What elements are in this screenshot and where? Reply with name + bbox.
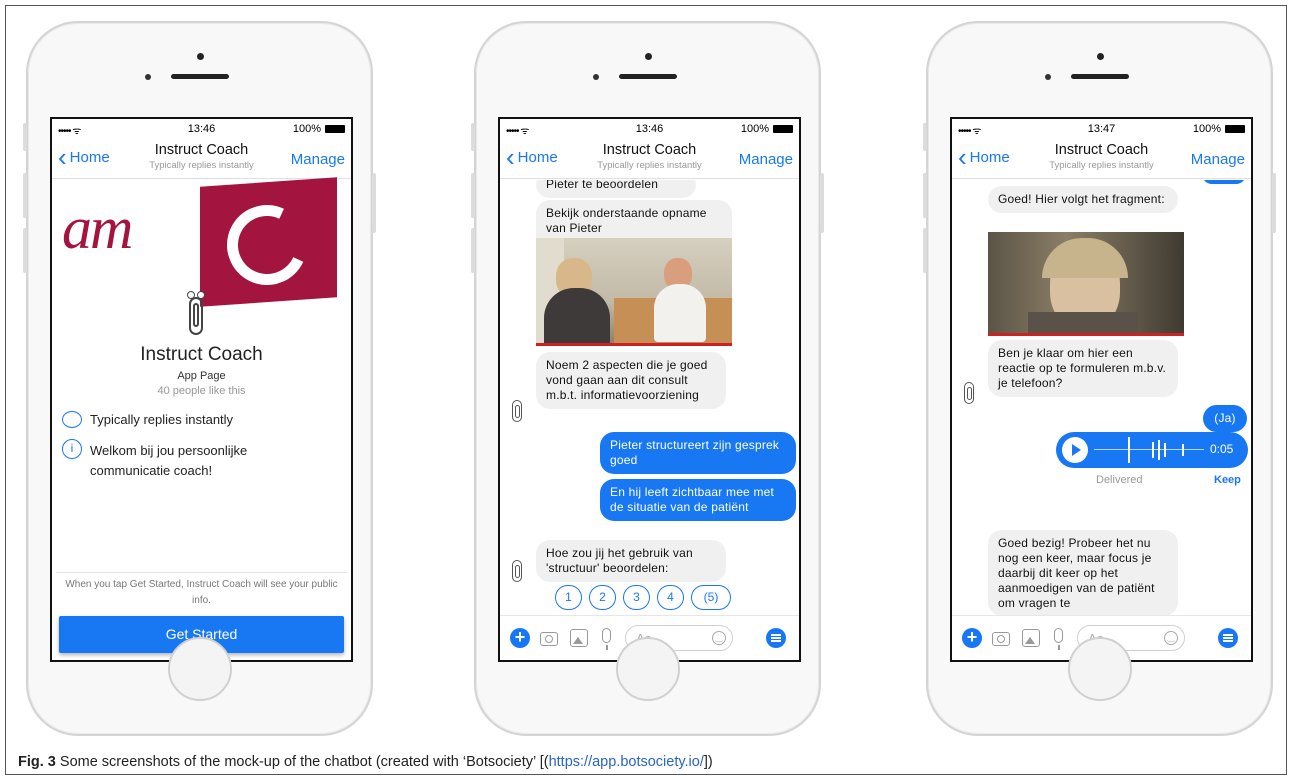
message-bubble: Goed bezig! Probeer het nu nog een keer,…	[988, 530, 1178, 615]
audio-message[interactable]: 0:05	[1056, 432, 1248, 468]
battery-icon	[325, 125, 345, 133]
front-camera	[196, 53, 204, 60]
message-bubble: Goed! Hier volgt het fragment:	[988, 186, 1178, 213]
paperclip-mascot-icon	[185, 289, 207, 337]
video-thumbnail[interactable]	[536, 238, 732, 346]
message-bubble	[1202, 180, 1246, 184]
play-icon[interactable]	[1062, 437, 1088, 463]
amc-logo-text: am	[62, 195, 133, 261]
phone-1: ••••• ᯤ 13:46 100% ‹ Home Instruct Coach …	[23, 21, 376, 736]
botsociety-link[interactable]: https://app.botsociety.io/	[549, 754, 704, 770]
waveform-icon	[1094, 449, 1204, 450]
front-camera	[644, 53, 652, 60]
profile-name: Instruct Coach	[140, 344, 263, 365]
chat-bubble-icon	[62, 411, 82, 428]
figure-label: Fig. 3	[18, 754, 56, 770]
message-bubble: Pieter te beoordelen	[536, 180, 696, 198]
figure-panel: ••••• ᯤ 13:46 100% ‹ Home Instruct Coach …	[5, 5, 1287, 775]
quick-reply-4[interactable]: 4	[657, 585, 684, 610]
audio-duration: 0:05	[1210, 442, 1234, 456]
battery-icon	[1225, 125, 1245, 133]
info-row-welcome: i Welkom bij jou persoonlijke communicat…	[62, 439, 341, 479]
battery-percent: 100%	[1192, 123, 1221, 135]
chat-thread: Pieter te beoordelen Bekijk onderstaande…	[500, 180, 799, 615]
quick-replies: 1 2 3 4 (5)	[555, 585, 755, 611]
battery-percent: 100%	[740, 123, 769, 135]
quick-reply-2[interactable]: 2	[589, 585, 616, 610]
message-bubble: Pieter structureert zijn gesprek goed	[600, 432, 796, 474]
earpiece-speaker	[171, 74, 229, 79]
emoji-icon[interactable]: ‿	[1164, 631, 1178, 645]
battery-percent: 100%	[292, 123, 321, 135]
phone-3: ••••• ᯤ 13:47 100% ‹ Home Instruct Coach …	[923, 21, 1276, 736]
message-bubble: En hij leeft zichtbaar mee met de situat…	[600, 479, 796, 521]
profile-likes: 40 people like this	[157, 385, 246, 397]
message-bubble: Ben je klaar om hier een reactie op te f…	[988, 340, 1178, 397]
gallery-icon[interactable]	[1022, 629, 1040, 647]
screen-chat-rating: ••••• ᯤ 13:46 100% ‹ Home Instruct Coach …	[498, 117, 801, 662]
info-icon: i	[62, 439, 82, 459]
menu-icon[interactable]	[766, 628, 786, 648]
screen-chat-audio: ••••• ᯤ 13:47 100% ‹ Home Instruct Coach …	[950, 117, 1253, 662]
nav-bar: ‹ Home Instruct Coach Typically replies i…	[952, 139, 1251, 179]
quick-reply-1[interactable]: 1	[555, 585, 582, 610]
nav-bar: ‹ Home Instruct Coach Typically replies i…	[500, 139, 799, 179]
microphone-icon[interactable]	[602, 628, 611, 650]
manage-button[interactable]: Manage	[739, 151, 793, 168]
menu-icon[interactable]	[1218, 628, 1238, 648]
status-bar: ••••• ᯤ 13:46 100%	[500, 119, 799, 139]
plus-icon[interactable]: +	[510, 628, 530, 648]
earpiece-speaker	[619, 74, 677, 79]
paperclip-avatar-icon	[512, 560, 522, 582]
emoji-icon[interactable]: ‿	[712, 631, 726, 645]
home-button[interactable]	[167, 637, 232, 701]
microphone-icon[interactable]	[1054, 628, 1063, 650]
manage-button[interactable]: Manage	[1191, 151, 1245, 168]
info-row-replies: Typically replies instantly	[62, 409, 341, 433]
front-camera	[1096, 53, 1104, 60]
paperclip-avatar-icon	[964, 382, 974, 404]
paperclip-avatar-icon	[512, 400, 522, 422]
plus-icon[interactable]: +	[962, 628, 982, 648]
message-bubble: Noem 2 aspecten die je goed vond gaan aa…	[536, 352, 726, 409]
camera-icon[interactable]	[540, 632, 558, 646]
message-bubble: Hoe zou jij het gebruik van 'structuur' …	[536, 540, 726, 582]
public-info-notice: When you tap Get Started, Instruct Coach…	[56, 572, 347, 609]
phone-2: ••••• ᯤ 13:46 100% ‹ Home Instruct Coach …	[471, 21, 824, 736]
keep-button[interactable]: Keep	[1214, 474, 1241, 486]
manage-button[interactable]: Manage	[291, 151, 345, 168]
quick-reply-3[interactable]: 3	[623, 585, 650, 610]
gallery-icon[interactable]	[570, 629, 588, 647]
quick-reply-5[interactable]: (5)	[691, 585, 731, 610]
home-button[interactable]	[1067, 637, 1132, 701]
delivered-label: Delivered	[1096, 474, 1143, 486]
nav-bar: ‹ Home Instruct Coach Typically replies i…	[52, 139, 351, 179]
home-button[interactable]	[615, 637, 680, 701]
camera-icon[interactable]	[992, 632, 1010, 646]
screen-app-page: ••••• ᯤ 13:46 100% ‹ Home Instruct Coach …	[50, 117, 353, 662]
status-bar: ••••• ᯤ 13:47 100%	[952, 119, 1251, 139]
earpiece-speaker	[1071, 74, 1129, 79]
message-bubble: (Ja)	[1203, 405, 1247, 432]
status-bar: ••••• ᯤ 13:46 100%	[52, 119, 351, 139]
video-thumbnail[interactable]	[988, 232, 1184, 336]
figure-caption: Fig. 3 Some screenshots of the mock-up o…	[18, 754, 713, 770]
chat-thread: Goed! Hier volgt het fragment: Ben je kl…	[952, 180, 1251, 615]
battery-icon	[773, 125, 793, 133]
profile-category: App Page	[177, 370, 226, 382]
